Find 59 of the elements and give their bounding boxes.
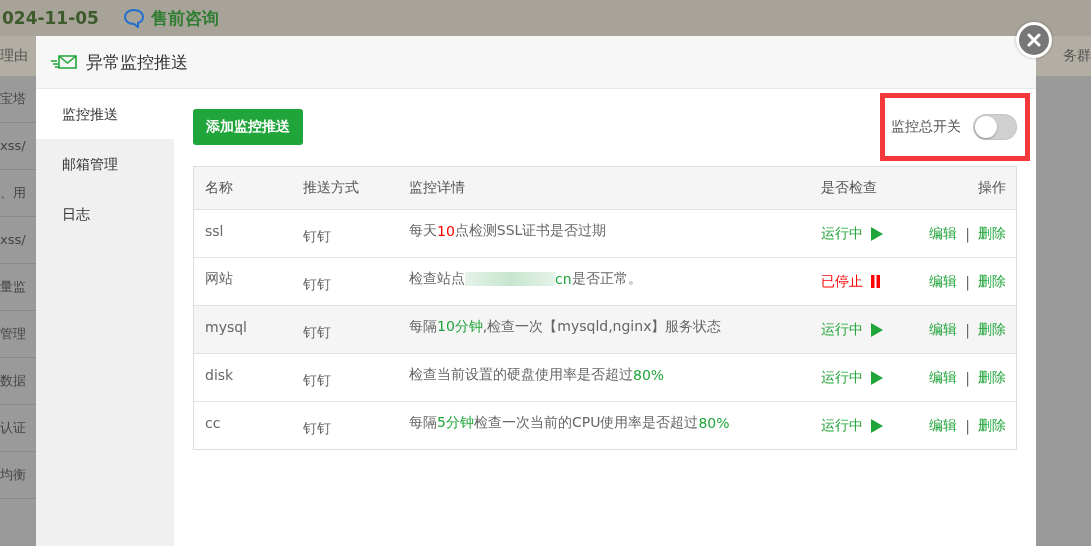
separator-text: | — [965, 417, 970, 434]
edit-link[interactable]: 编辑 — [929, 224, 958, 243]
detail-text: 每隔5分钟检查一次当前的CPU使用率是否超过80% — [409, 413, 731, 432]
background-text: 务群 — [1063, 47, 1091, 65]
delete-link[interactable]: 删除 — [978, 320, 1006, 339]
delete-link[interactable]: 删除 — [978, 368, 1006, 387]
separator-text: | — [965, 321, 970, 338]
pause-icon — [871, 275, 880, 288]
separator-text: | — [965, 273, 970, 290]
status-text: 运行中 — [821, 416, 906, 435]
sidebar-tab[interactable]: 日志 — [36, 189, 174, 239]
envelope-icon — [50, 54, 78, 70]
separator-text: | — [965, 369, 970, 386]
status-text: 已停止 — [821, 272, 906, 291]
table-cell-text: 钉钉 — [303, 323, 332, 342]
table-cell-text: mysql — [205, 318, 248, 335]
detail-text: 每隔10分钟,检查一次【mysqld,nginx】服务状态 — [409, 317, 723, 336]
column-header: 推送方式 — [303, 179, 360, 197]
column-header: 监控详情 — [409, 179, 466, 197]
status-text: 运行中 — [821, 320, 906, 339]
detail-text: 检查站点 cn是否正常。 — [409, 269, 643, 288]
table-cell-text: ssl — [205, 222, 225, 239]
delete-link[interactable]: 删除 — [978, 416, 1006, 435]
play-icon — [871, 418, 883, 433]
chat-bubble-icon — [122, 8, 145, 28]
column-header: 操作 — [977, 179, 1006, 197]
add-monitor-button[interactable]: 添加监控推送 — [193, 109, 303, 145]
table-cell-text: cc — [205, 414, 222, 431]
sidebar-tab[interactable]: 监控推送 — [36, 89, 174, 139]
switch-label: 监控总开关 — [891, 118, 961, 136]
status-text: 运行中 — [821, 368, 906, 387]
status-text: 运行中 — [821, 224, 906, 243]
date-text: 024-11-05 — [2, 8, 99, 28]
sidebar-tab[interactable]: 邮箱管理 — [36, 139, 174, 189]
detail-text: 每天10点检测SSL证书是否过期 — [409, 221, 608, 240]
dialog-title: 异常监控推送 — [86, 50, 188, 74]
edit-link[interactable]: 编辑 — [929, 368, 958, 387]
play-icon — [871, 226, 883, 241]
table-cell-text: 钉钉 — [303, 419, 332, 438]
edit-link[interactable]: 编辑 — [929, 416, 958, 435]
delete-link[interactable]: 删除 — [978, 224, 1006, 243]
edit-link[interactable]: 编辑 — [929, 272, 958, 291]
column-header: 是否检查 — [821, 179, 878, 197]
delete-link[interactable]: 删除 — [978, 272, 1006, 291]
play-icon — [871, 370, 883, 385]
table-cell-text: 钉钉 — [303, 275, 332, 294]
presale-link[interactable]: 售前咨询 — [122, 6, 219, 30]
table-cell-text: 钉钉 — [303, 227, 332, 246]
master-switch[interactable] — [973, 114, 1017, 140]
background-text: 理由 — [0, 47, 28, 65]
edit-link[interactable]: 编辑 — [929, 320, 958, 339]
detail-text: 检查当前设置的硬盘使用率是否超过80% — [409, 365, 666, 384]
table-cell-text: 网站 — [205, 269, 234, 288]
play-icon — [871, 322, 883, 337]
table-cell-text: disk — [205, 366, 235, 383]
column-header: 名称 — [205, 179, 234, 197]
table-cell-text: 钉钉 — [303, 371, 332, 390]
separator-text: | — [965, 225, 970, 242]
close-icon — [1027, 33, 1041, 47]
